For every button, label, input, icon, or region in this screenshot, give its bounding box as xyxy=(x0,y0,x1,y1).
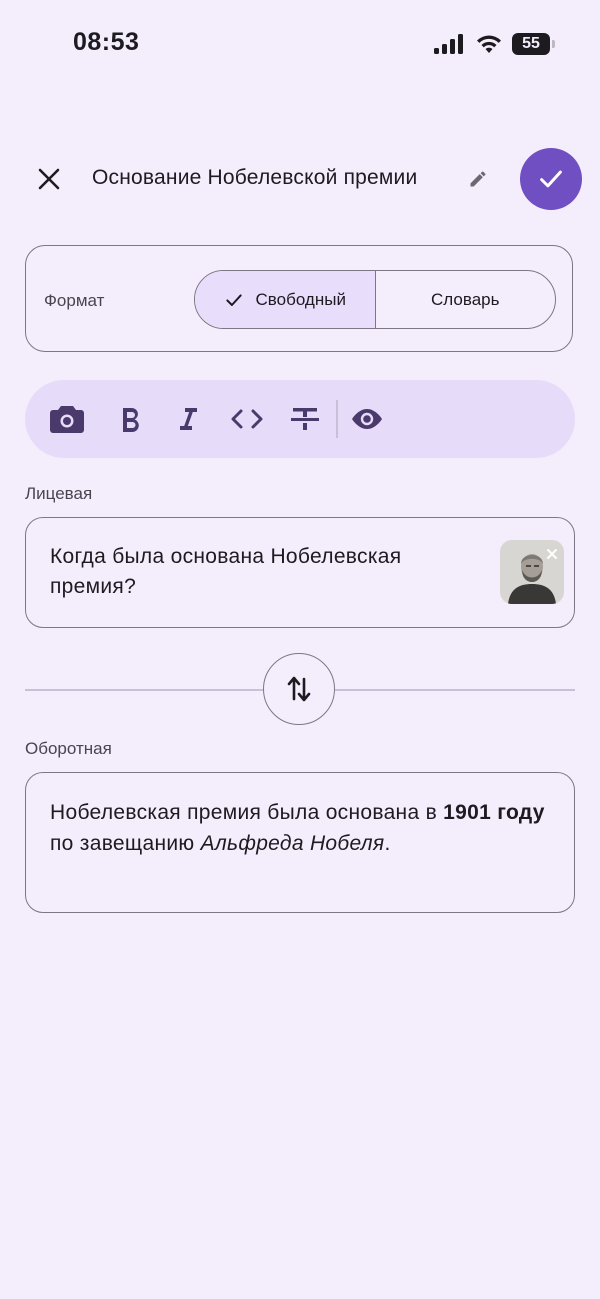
format-option-free-label: Свободный xyxy=(255,289,346,309)
swap-sides-button[interactable] xyxy=(263,653,335,725)
back-label: Оборотная xyxy=(25,739,112,758)
camera-button[interactable] xyxy=(47,399,87,439)
format-option-free[interactable]: Свободный xyxy=(195,271,376,328)
front-text[interactable]: Когда была основана Нобелевская премия? xyxy=(50,542,480,602)
camera-icon xyxy=(50,406,84,433)
front-card[interactable]: Когда была основана Нобелевская премия? xyxy=(25,517,575,628)
divider-left xyxy=(25,689,263,691)
back-text-bold: 1901 году xyxy=(443,801,545,824)
back-text-italic: Альфреда Нобеля xyxy=(200,832,385,855)
toolbar-divider xyxy=(336,400,338,438)
back-text-part2: по завещанию xyxy=(50,832,201,855)
pencil-icon xyxy=(470,171,486,187)
close-button[interactable] xyxy=(26,156,72,202)
format-label: Формат xyxy=(44,291,105,310)
back-card[interactable]: Нобелевская премия была основана в 1901 … xyxy=(25,772,575,913)
italic-button[interactable] xyxy=(168,399,208,439)
remove-image-button[interactable] xyxy=(542,544,562,564)
formatting-toolbar xyxy=(25,380,575,458)
close-icon xyxy=(38,168,60,190)
save-confirm-button[interactable] xyxy=(520,148,582,210)
front-label: Лицевая xyxy=(25,484,93,503)
back-text[interactable]: Нобелевская премия была основана в 1901 … xyxy=(50,797,550,859)
battery-level: 55 xyxy=(522,35,540,52)
code-icon xyxy=(231,409,263,429)
check-icon xyxy=(540,170,562,188)
strikethrough-button[interactable] xyxy=(285,399,325,439)
format-option-dictionary[interactable]: Словарь xyxy=(376,271,556,328)
code-button[interactable] xyxy=(227,399,267,439)
preview-button[interactable] xyxy=(347,399,387,439)
page-title: Основание Нобелевской премии xyxy=(92,166,418,189)
bold-icon xyxy=(123,408,139,432)
format-card: Формат Свободный Словарь xyxy=(25,245,573,352)
back-text-part3: . xyxy=(384,832,391,855)
edit-title-button[interactable] xyxy=(462,163,494,195)
battery-icon: 55 xyxy=(512,33,555,55)
status-time: 08:53 xyxy=(73,28,140,56)
preview-eye-icon xyxy=(352,409,382,429)
strikethrough-icon xyxy=(291,408,319,430)
signal-icon xyxy=(434,34,463,54)
back-text-part1: Нобелевская премия была основана в xyxy=(50,801,444,824)
divider-right xyxy=(335,689,575,691)
bold-button[interactable] xyxy=(111,399,151,439)
screen: 08:53 55 Основание Нобелевской премии Фо… xyxy=(0,0,600,1299)
swap-vertical-icon xyxy=(287,676,311,702)
status-icons: 55 xyxy=(434,30,555,58)
format-segmented-control: Свободный Словарь xyxy=(194,270,556,329)
italic-icon xyxy=(180,408,197,430)
close-icon xyxy=(547,549,557,559)
front-image-thumbnail[interactable] xyxy=(500,540,564,604)
check-icon xyxy=(225,293,242,306)
wifi-icon xyxy=(477,35,501,53)
format-option-dictionary-label: Словарь xyxy=(431,289,500,309)
